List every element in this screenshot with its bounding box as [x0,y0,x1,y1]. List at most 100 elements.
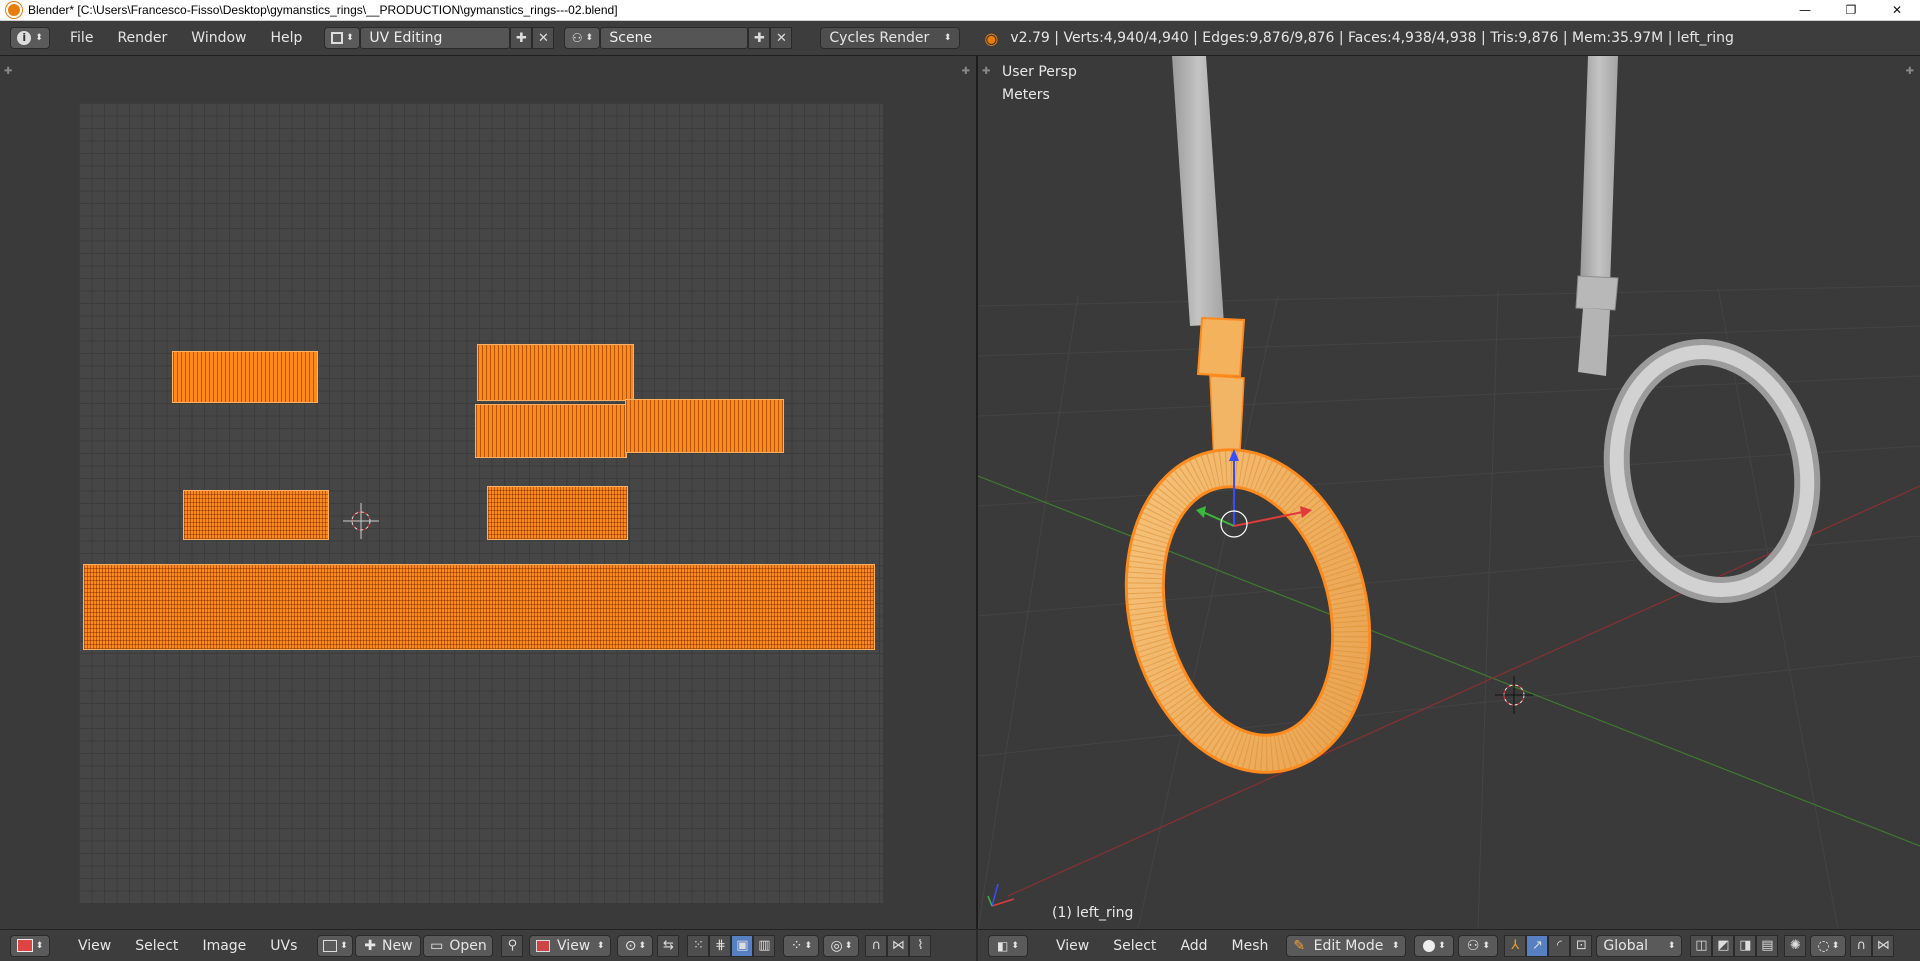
layout-icon [331,32,344,44]
right-strap-lower [1578,308,1610,376]
view3d-menu-add[interactable]: Add [1168,938,1219,954]
blender-app-icon [6,2,22,18]
y-axis-line [978,475,1920,847]
menu-render[interactable]: Render [105,30,179,46]
view3d-menu-view[interactable]: View [1044,938,1101,954]
edge-select-button[interactable]: ◩ [1712,934,1735,957]
manipulator-toggle[interactable]: ⅄ [1504,934,1527,957]
chevron-updown-icon: ⬍ [35,940,44,951]
remove-scene-button[interactable]: ✕ [770,27,793,49]
view-mode-dropdown[interactable]: View ⬍ [529,934,612,957]
2d-cursor-icon[interactable] [341,501,381,541]
falloff-icon: ◌ [1817,937,1830,954]
uv-island[interactable] [83,564,875,650]
island-select-button[interactable]: ▥ [753,934,776,957]
edge-select-button[interactable]: ⋕ [709,934,732,957]
view3d-menu-select[interactable]: Select [1101,938,1168,954]
close-window-button[interactable]: ✕ [1874,0,1920,20]
render-engine-label: Cycles Render [829,30,930,46]
remove-layout-button[interactable]: ✕ [532,27,555,49]
proportional-edit-button[interactable]: ✺ [1784,934,1807,957]
uv-island[interactable] [475,404,627,458]
vertex-select-icon: ◫ [1695,938,1708,953]
uv-editor-header: ⬍ View Select Image UVs ⬍ ✚ New ▭ Open ⚲ V… [0,929,976,961]
new-image-label: New [382,937,413,954]
editor-type-selector[interactable]: i ⬍ [10,27,50,49]
uv-sculpt-button[interactable]: ⌇ [909,934,932,957]
right-strap [1580,56,1618,286]
chevron-updown-icon: ⬍ [804,940,813,951]
3d-view-icon: ◧ [997,938,1009,953]
uv-menu-view[interactable]: View [66,938,123,954]
minimize-button[interactable]: — [1782,0,1828,20]
vertex-select-button[interactable]: ◫ [1690,934,1713,957]
edge-select-icon: ◩ [1717,938,1730,953]
image-browse-button[interactable]: ⬍ [317,934,354,957]
maximize-button[interactable]: ❐ [1828,0,1874,20]
folder-icon: ▭ [430,937,444,954]
proportional-icon: ✺ [1789,938,1801,953]
uv-image-editor[interactable]: ✚ ✚ [0,56,978,929]
uv-menu-image[interactable]: Image [190,938,258,954]
pin-image-button[interactable]: ⚲ [501,934,524,957]
snap-toggle[interactable]: ∩ [1850,934,1873,957]
menu-help[interactable]: Help [258,30,314,46]
chevron-updown-icon: ⬍ [943,33,952,43]
scale-manipulator-button[interactable]: ⊡ [1570,934,1593,957]
face-select-button[interactable]: ▣ [731,934,754,957]
snap-element-icon: ⋈ [891,938,905,953]
menu-window[interactable]: Window [179,30,258,46]
rotate-manipulator-button[interactable]: ◜ [1548,934,1571,957]
uv-island[interactable] [172,351,318,403]
sync-selection-button[interactable]: ⇆ [657,934,680,957]
pivot-point-dropdown[interactable]: ⚇ ⬍ [1458,934,1499,957]
editor-type-selector[interactable]: ⬍ [10,934,50,957]
magnet-icon: ∩ [871,938,882,953]
limit-selection-button[interactable]: ▤ [1756,934,1779,957]
view3d-menu-mesh[interactable]: Mesh [1220,938,1281,954]
uv-island[interactable] [625,399,784,453]
screen-layout-field[interactable]: UV Editing [360,27,511,49]
add-scene-button[interactable]: ✚ [748,27,771,49]
uv-menu-select[interactable]: Select [123,938,190,954]
render-engine-dropdown[interactable]: Cycles Render ⬍ [820,27,961,49]
sticky-select-dropdown[interactable]: ⁘ ⬍ [783,934,820,957]
left-strap-buckle [1196,316,1246,378]
region-toggle-icon[interactable]: ✚ [962,66,970,77]
right-strap-buckle [1575,275,1619,311]
scene-selector[interactable]: ⚇ ⬍ [564,27,601,49]
limit-selection-icon: ▤ [1761,938,1774,953]
editor-type-selector[interactable]: ◧ ⬍ [988,934,1028,957]
snap-element-button[interactable]: ⋈ [1872,934,1895,957]
uv-island[interactable] [183,490,329,540]
shading-dropdown[interactable]: ⬍ [1414,934,1455,957]
proportional-falloff-dropdown[interactable]: ◌ ⬍ [1810,934,1847,957]
chevron-updown-icon: ⬍ [844,940,853,951]
open-image-button[interactable]: ▭ Open [423,934,494,957]
snap-toggle[interactable]: ∩ [865,934,888,957]
uv-grid[interactable] [79,103,883,903]
proportional-edit-dropdown[interactable]: ◎ ⬍ [823,934,860,957]
new-image-button[interactable]: ✚ New [355,934,422,957]
add-layout-button[interactable]: ✚ [510,27,533,49]
3d-viewport[interactable]: User Persp Meters ✚ ✚ (1) left_ring [978,56,1920,929]
right-ring [1603,339,1821,603]
scene-field[interactable]: Scene [600,27,749,49]
face-select-button[interactable]: ◨ [1734,934,1757,957]
chevron-updown-icon: ⬍ [35,33,43,43]
translate-manipulator-button[interactable]: ↗ [1526,934,1549,957]
uv-island[interactable] [487,486,628,540]
snap-element-button[interactable]: ⋈ [887,934,910,957]
vertex-select-button[interactable]: ⁙ [687,934,710,957]
magnet-icon: ∩ [1856,938,1867,953]
screen-layout-selector[interactable]: ⬍ [324,27,361,49]
scale-icon: ⊡ [1575,938,1587,953]
region-toggle-icon[interactable]: ✚ [4,66,12,77]
orientation-dropdown[interactable]: Global ⬍ [1596,934,1683,957]
mode-dropdown[interactable]: ✎ Edit Mode ⬍ [1286,934,1407,957]
orientation-label: Global [1603,937,1649,954]
uv-island[interactable] [477,344,634,401]
menu-file[interactable]: File [58,30,105,46]
uv-menu-uvs[interactable]: UVs [258,938,309,954]
pivot-dropdown[interactable]: ⊙ ⬍ [617,934,654,957]
